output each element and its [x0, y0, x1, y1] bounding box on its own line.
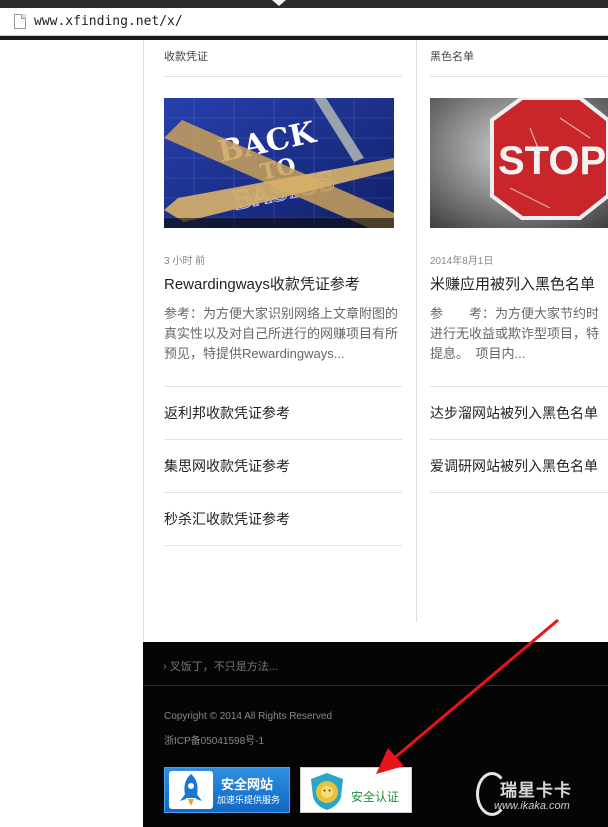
post-link[interactable]: 爱调研网站被列入黑色名单: [430, 439, 608, 493]
post-excerpt: 参 考：为方便大家节约时进行无收益或欺诈型项目，特提息。 项目内...: [430, 306, 600, 361]
column-receipts: 收款凭证 BACK TO BASICS: [164, 40, 402, 546]
rocket-icon: [169, 771, 213, 809]
featured-image-back-to-basics[interactable]: BACK TO BASICS: [164, 98, 394, 228]
post-excerpt: 参考：为方便大家识别网络上文章附图的真实性以及对自己所进行的网赚项目有所预见，特…: [164, 306, 399, 361]
safe-site-badge[interactable]: 安全网站 加速乐提供服务: [164, 767, 290, 813]
watermark-title: 瑞星卡卡: [500, 781, 572, 800]
shield-lion-icon: [311, 773, 343, 810]
security-cert-badge[interactable]: 安全认证: [300, 767, 412, 813]
category-title[interactable]: 黑色名单: [430, 40, 608, 77]
browser-top-strip: [0, 0, 608, 8]
copyright-text: Copyright © 2014 All Rights Reserved: [164, 711, 333, 722]
post-date: 3 小时 前: [164, 256, 206, 267]
post-title[interactable]: 米赚应用被列入黑色名单: [430, 273, 608, 294]
featured-image-stop[interactable]: STOP: [430, 98, 608, 228]
svg-text:STOP: STOP: [498, 139, 606, 183]
safe-site-subtitle: 加速乐提供服务: [217, 795, 281, 805]
left-divider: [143, 40, 144, 642]
safe-site-title: 安全网站: [221, 777, 274, 792]
stop-sign-illustration: STOP: [430, 98, 608, 228]
post-date: 2014年8月1日: [430, 256, 494, 267]
post-link[interactable]: 集思网收款凭证参考: [164, 439, 402, 492]
security-cert-label: 安全认证: [351, 790, 400, 804]
watermark-url: www.ikaka.com: [494, 800, 570, 812]
tab-notch: [272, 0, 286, 6]
post-title[interactable]: Rewardingways收款凭证参考: [164, 273, 402, 294]
address-bar[interactable]: www.xfinding.net/x/: [0, 8, 608, 36]
rising-kaka-watermark: 瑞星卡卡 www.ikaka.com: [476, 772, 608, 820]
post-link[interactable]: 达步溜网站被列入黑色名单: [430, 386, 608, 439]
post-links: 达步溜网站被列入黑色名单 爱调研网站被列入黑色名单: [430, 386, 608, 493]
icp-license[interactable]: 浙ICP备05041598号-1: [164, 732, 264, 747]
post-link[interactable]: 秒杀汇收款凭证参考: [164, 492, 402, 546]
url-text[interactable]: www.xfinding.net/x/: [34, 14, 183, 29]
column-blacklist: 黑色名单 STOP 2014年8月1日 米赚应用被列入黑色名单 参 考：为方便大…: [430, 40, 608, 493]
post-link[interactable]: 返利邦收款凭证参考: [164, 386, 402, 439]
post-links: 返利邦收款凭证参考 集思网收款凭证参考 秒杀汇收款凭证参考: [164, 386, 402, 546]
page-icon: [14, 14, 26, 29]
category-title[interactable]: 收款凭证: [164, 40, 402, 77]
column-divider: [416, 40, 417, 622]
back-to-basics-illustration: BACK TO BASICS: [164, 98, 394, 228]
footer-tagline[interactable]: › 叉饭丁，不只是方法...: [163, 658, 278, 674]
footer-divider: [143, 685, 608, 686]
